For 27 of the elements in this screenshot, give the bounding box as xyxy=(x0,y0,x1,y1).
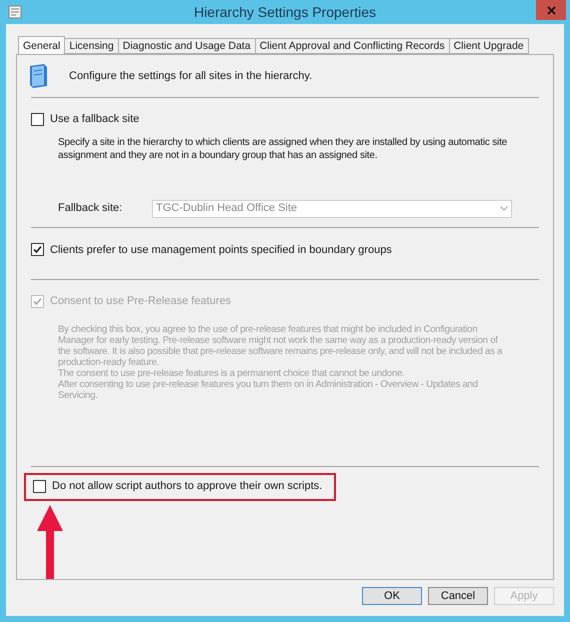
window-icon xyxy=(8,5,22,19)
checkbox-label: Consent to use Pre-Release features xyxy=(50,294,231,309)
window-title: Hierarchy Settings Properties xyxy=(192,2,378,22)
checkbox-label: Do not allow script authors to approve their own scripts. xyxy=(52,479,322,494)
description-text: After consenting to use pre-release features you turn them on in Administration - Overview - Updates and Servicing. xyxy=(58,378,479,400)
header-text: Configure the settings for all sites in the hierarchy. xyxy=(69,68,312,84)
description-text: By checking this box, you agree to the use of pre-release features that might be included in Configuration Manager for early testing. Pre-release software might not work the same way as a production-ready version of the software. It is also possible that pre-release software remains pre-release only, and will not be included as a production-ready feature. xyxy=(58,324,504,368)
dialog-button[interactable]: OK xyxy=(362,587,422,605)
checkmark-icon xyxy=(33,245,42,254)
close-button[interactable] xyxy=(536,0,566,20)
field-label: Fallback site: xyxy=(58,201,124,216)
chevron-down-icon xyxy=(500,206,508,211)
checkmark-icon xyxy=(33,296,42,306)
checkbox[interactable] xyxy=(31,243,44,256)
tab[interactable]: Diagnostic and Usage Data xyxy=(118,38,256,54)
arrow-icon xyxy=(37,505,63,579)
description-text: The consent to use pre-release features is a permanent choice that cannot be undone. xyxy=(58,368,406,378)
checkbox[interactable] xyxy=(33,480,46,493)
close-icon xyxy=(546,6,556,14)
dialog-button[interactable]: Cancel xyxy=(428,587,488,605)
tab[interactable]: Licensing xyxy=(64,38,119,54)
checkbox-label: Use a fallback site xyxy=(50,112,140,127)
tab[interactable]: General xyxy=(18,36,66,54)
tab[interactable]: Client Approval and Conflicting Records xyxy=(254,38,450,54)
checkbox-label: Clients prefer to use management points specified in boundary groups xyxy=(50,242,392,258)
tab[interactable]: Client Upgrade xyxy=(448,38,529,54)
description-text: Specify a site in the hierarchy to which clients are assigned when they are installed by using automatic site assignment and they are not in a boundary group that has an assigned site. xyxy=(57,136,508,162)
